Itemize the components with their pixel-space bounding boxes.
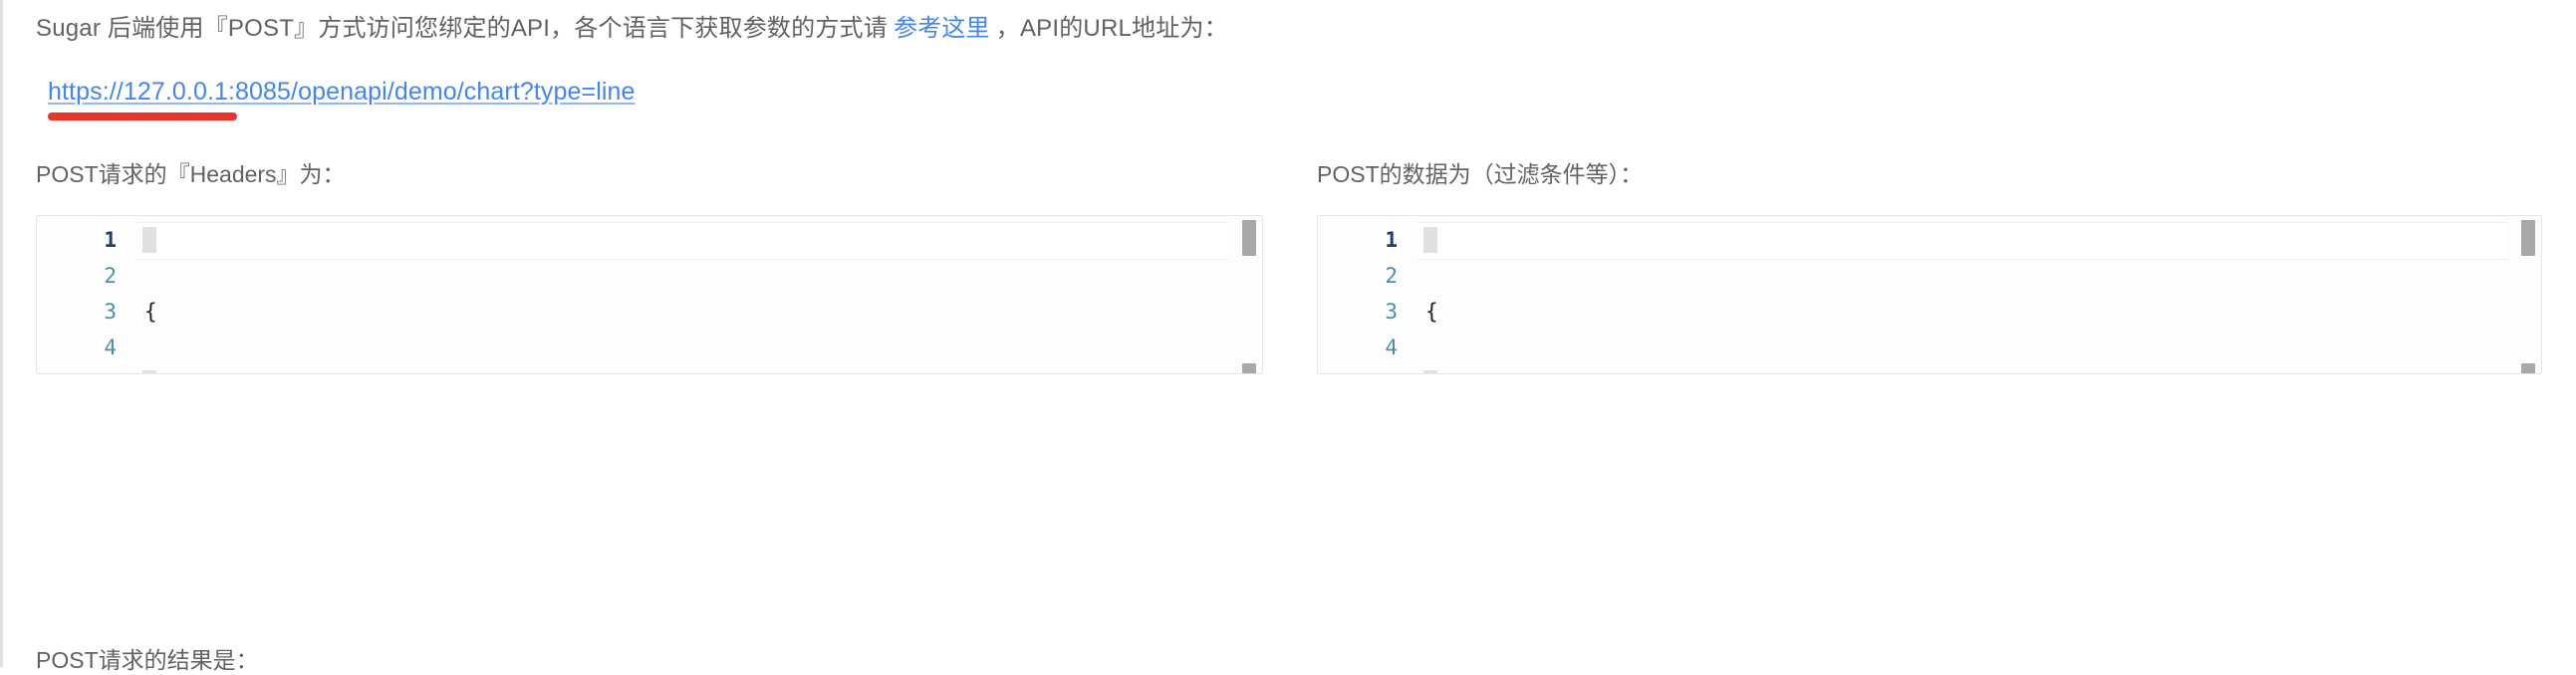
result-section-label: POST请求的结果是： <box>36 647 259 673</box>
headers-code-editor[interactable]: 1 2 3 4 5 { "Content-Type": "application… <box>36 215 1263 374</box>
json-open-brace: { <box>1425 300 1438 324</box>
page-root: Sugar 后端使用『POST』方式访问您绑定的API，各个语言下获取参数的方式… <box>0 0 2576 673</box>
red-highlight-annotation <box>48 112 237 120</box>
headers-vertical-scrollbar[interactable] <box>1242 220 1256 373</box>
headers-section-label: POST请求的『Headers』为： <box>36 161 346 187</box>
json-open-brace: { <box>144 300 157 324</box>
headers-code-content[interactable]: { "Content-Type": "application/json;char… <box>144 216 787 373</box>
intro-text-after-link: ，API的URL地址为： <box>995 15 1228 42</box>
headers-line-number: 1 <box>104 228 117 252</box>
payload-scrollbar-thumb-top[interactable] <box>2521 220 2535 256</box>
headers-code-area[interactable]: 1 2 3 4 5 { "Content-Type": "application… <box>37 216 1262 373</box>
headers-scrollbar-thumb-top[interactable] <box>1242 220 1256 256</box>
code-line: { <box>1425 294 1979 330</box>
content-left-rule <box>0 0 3 667</box>
payload-line-number: 5 <box>1318 365 1410 373</box>
payload-code-content[interactable]: { "conditions": [], "resourceHash": "c_a… <box>1425 216 1979 373</box>
headers-scrollbar-thumb-lower[interactable] <box>1242 363 1256 373</box>
intro-paragraph: Sugar 后端使用『POST』方式访问您绑定的API，各个语言下获取参数的方式… <box>36 12 1228 46</box>
headers-line-number: 2 <box>104 264 117 288</box>
payload-line-number: 4 <box>1385 336 1398 359</box>
payload-scrollbar-thumb-lower[interactable] <box>2521 363 2535 373</box>
intro-text-before-link: Sugar 后端使用『POST』方式访问您绑定的API，各个语言下获取参数的方式… <box>36 15 888 42</box>
headers-line-number: 3 <box>104 300 117 324</box>
headers-line-number-gutter: 1 2 3 4 5 <box>37 216 129 373</box>
reference-here-link[interactable]: 参考这里 <box>888 15 996 42</box>
payload-line-number: 3 <box>1385 300 1398 324</box>
api-url-wrapper: https://127.0.0.1:8085/openapi/demo/char… <box>48 76 636 120</box>
payload-line-number: 2 <box>1385 264 1398 288</box>
headers-line-number: 4 <box>104 336 117 359</box>
payload-line-number-gutter: 1 2 3 4 5 <box>1318 216 1410 373</box>
code-line: { <box>144 294 787 330</box>
payload-code-editor[interactable]: 1 2 3 4 5 { "conditions": [], "resourceH… <box>1317 215 2542 374</box>
payload-vertical-scrollbar[interactable] <box>2521 220 2535 373</box>
payload-line-number: 1 <box>1385 228 1398 252</box>
payload-code-area[interactable]: 1 2 3 4 5 { "conditions": [], "resourceH… <box>1318 216 2541 373</box>
api-url-link[interactable]: https://127.0.0.1:8085/openapi/demo/char… <box>48 78 636 106</box>
payload-section-label: POST的数据为（过滤条件等）： <box>1317 161 1644 187</box>
headers-line-number: 5 <box>37 365 129 373</box>
